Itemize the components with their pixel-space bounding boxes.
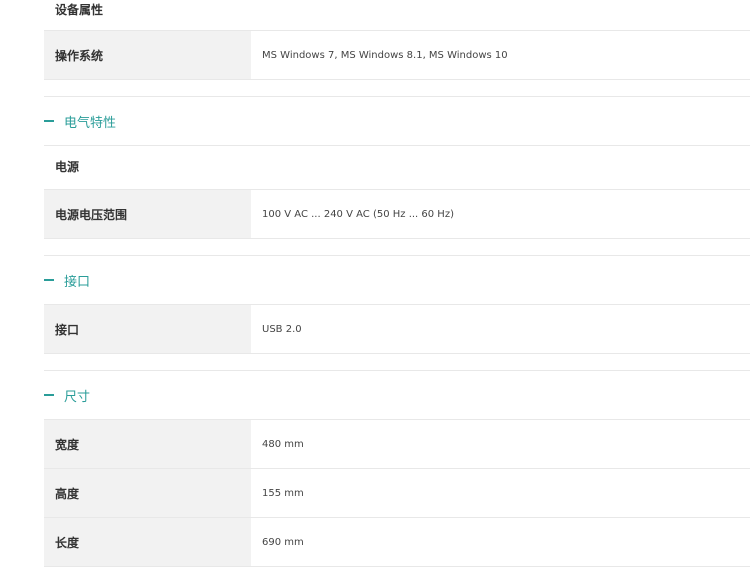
spec-value: 100 V AC ... 240 V AC (50 Hz ... 60 Hz): [262, 208, 454, 220]
section-toggle-electrical[interactable]: 电气特性: [44, 97, 750, 146]
section-title: 尺寸: [64, 389, 91, 405]
spec-row-voltage: 电源电压范围 100 V AC ... 240 V AC (50 Hz ... …: [44, 190, 750, 239]
collapse-minus-icon: [44, 394, 54, 396]
device-props-heading: 设备属性: [55, 3, 104, 17]
spec-value: 690 mm: [262, 536, 304, 548]
spec-label: 操作系统: [44, 31, 251, 79]
spec-value: USB 2.0: [262, 323, 302, 335]
spec-value: 480 mm: [262, 438, 304, 450]
spec-label: 电源电压范围: [44, 190, 251, 238]
spec-row-width: 宽度 480 mm: [44, 420, 750, 469]
section-toggle-interface[interactable]: 接口: [44, 256, 750, 305]
spec-label: 长度: [44, 518, 251, 566]
spec-label: 高度: [44, 469, 251, 517]
spec-value: 155 mm: [262, 487, 304, 499]
spec-value: MS Windows 7, MS Windows 8.1, MS Windows…: [262, 49, 508, 61]
spec-row-os: 操作系统 MS Windows 7, MS Windows 8.1, MS Wi…: [44, 31, 750, 80]
spec-row-length: 长度 690 mm: [44, 518, 750, 567]
spec-row-height: 高度 155 mm: [44, 469, 750, 518]
collapse-minus-icon: [44, 279, 54, 281]
spec-page: 设备属性 操作系统 MS Windows 7, MS Windows 8.1, …: [44, 0, 750, 567]
spec-row-interface: 接口 USB 2.0: [44, 305, 750, 354]
section-title: 电气特性: [64, 115, 117, 131]
power-sub-heading: 电源: [55, 160, 80, 174]
spec-label: 宽度: [44, 420, 251, 468]
collapse-minus-icon: [44, 120, 54, 122]
section-title: 接口: [64, 274, 91, 290]
section-toggle-dimensions[interactable]: 尺寸: [44, 371, 750, 420]
spec-label: 接口: [44, 305, 251, 353]
